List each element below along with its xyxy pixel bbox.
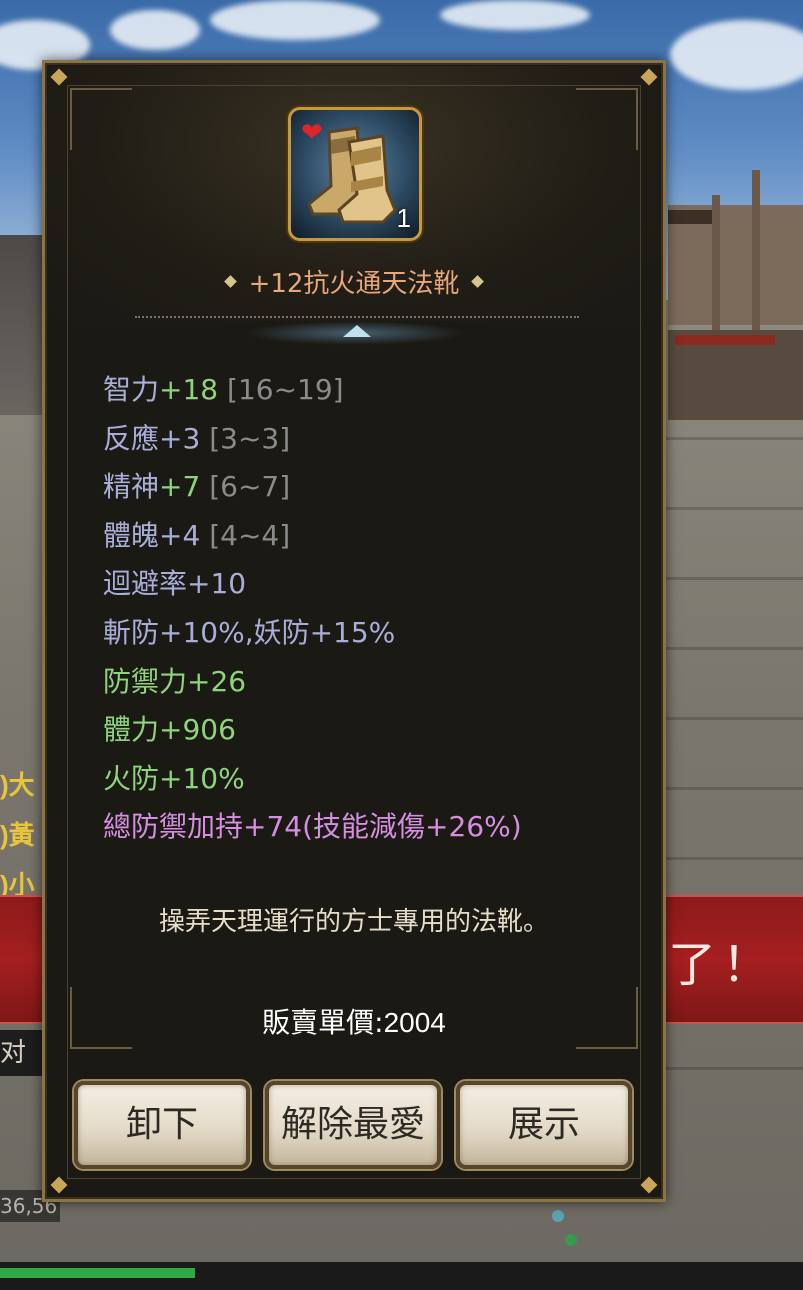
stat-line: 精神+7 [6~7]: [103, 463, 522, 512]
stall-awning: [675, 335, 775, 345]
hp-bar-fill: [0, 1268, 195, 1278]
minimap-dot: [565, 1234, 577, 1246]
stat-value: +18: [159, 373, 219, 406]
diamond-icon: [471, 275, 485, 288]
boots-icon: ❤ 1: [288, 107, 422, 241]
cloud: [210, 0, 380, 40]
building-roof: [668, 210, 718, 224]
frame-stud: [640, 1176, 658, 1194]
stat-value: +3: [159, 421, 201, 455]
item-quantity: 1: [396, 203, 411, 233]
stat-range: [3~3]: [209, 421, 291, 455]
divider: [135, 316, 579, 318]
chat-line: )黃: [0, 820, 35, 850]
heart-icon: ❤: [301, 118, 323, 148]
stat-name: 體魄: [103, 518, 160, 552]
stat-name: 精神: [103, 470, 160, 504]
item-description: 操弄天理運行的方士專用的法靴。: [158, 907, 549, 937]
total-defense-line: 總防禦加持+74(技能減傷+26%): [103, 810, 522, 844]
chat-line: )大: [0, 770, 35, 800]
stat-list: 智力+18 [16~19] 反應+3 [3~3] 精神+7 [6~7] 體魄+4…: [103, 366, 522, 852]
item-name: +12抗火通天法靴: [248, 269, 460, 299]
up-arrow-icon: [343, 325, 371, 337]
sell-price-label: 販賣單價:: [262, 1006, 384, 1039]
item-name-row: +12抗火通天法靴: [45, 263, 663, 300]
resist-line: 斬防+10%,妖防+15%: [103, 615, 396, 649]
stat-name: 智力: [103, 373, 160, 406]
stat-line: 體魄+4 [4~4]: [103, 512, 522, 561]
pillar: [712, 195, 720, 330]
evasion-line: 迴避率+10: [103, 567, 247, 601]
stat-line: 智力+18 [16~19]: [103, 366, 522, 415]
stat-value: +7: [159, 470, 201, 504]
stat-line: 反應+3 [3~3]: [103, 415, 522, 464]
stat-range: [16~19]: [227, 373, 344, 406]
minimap-dot: [552, 1210, 564, 1222]
dialog-tab[interactable]: 对話: [0, 1030, 48, 1076]
diamond-icon: [223, 275, 237, 288]
unfavorite-button[interactable]: 解除最愛: [265, 1081, 441, 1169]
stat-value: +4: [159, 518, 201, 552]
cloud: [110, 10, 200, 50]
sell-price: 販賣單價:2004: [45, 1001, 663, 1041]
ornament-corner: [576, 88, 638, 150]
frame-stud: [50, 1176, 68, 1194]
unequip-button[interactable]: 卸下: [74, 1081, 250, 1169]
pillar: [752, 170, 760, 330]
fire-resist-line: 火防+10%: [103, 761, 245, 795]
notice-banner-text: 了！: [668, 937, 777, 993]
defense-line: 防禦力+26: [103, 664, 247, 698]
cloud: [440, 0, 590, 30]
sell-price-value: 2004: [383, 1007, 446, 1038]
stat-name: 反應: [103, 421, 160, 455]
left-building: [0, 235, 45, 415]
stat-range: [4~4]: [209, 518, 291, 552]
item-detail-panel: ❤ 1 +12抗火通天法靴 智力+18 [16~19] 反應+3 [3~3] 精…: [42, 60, 666, 1202]
stat-range: [6~7]: [209, 470, 291, 504]
show-button[interactable]: 展示: [456, 1081, 632, 1169]
stamina-line: 體力+906: [103, 713, 236, 747]
ornament-corner: [70, 88, 132, 150]
